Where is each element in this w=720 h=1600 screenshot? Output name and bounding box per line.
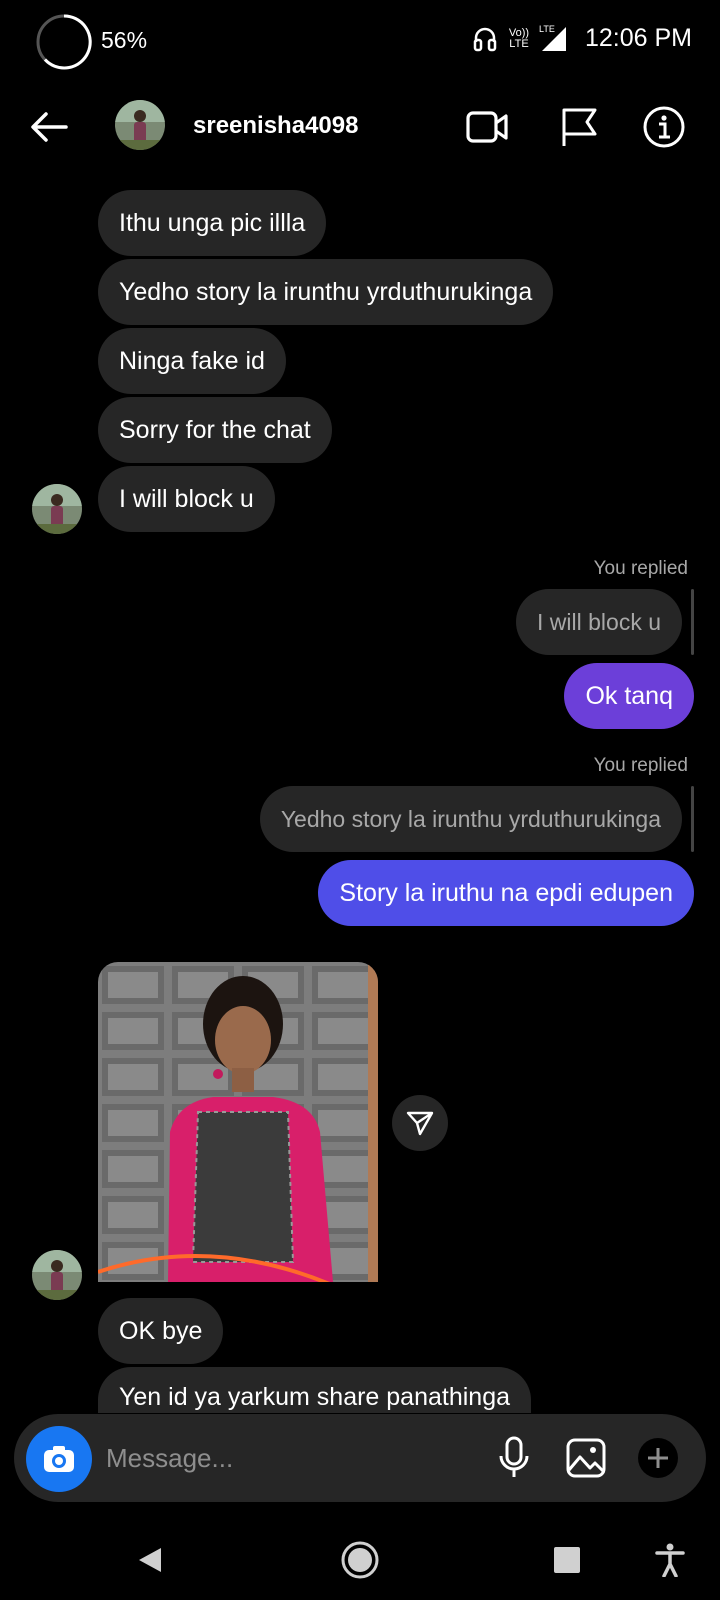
reply-indicator — [691, 589, 694, 655]
info-icon[interactable] — [641, 104, 687, 150]
reply-indicator — [691, 786, 694, 852]
accessibility-icon — [655, 1543, 685, 1577]
sender-avatar[interactable] — [32, 484, 82, 534]
you-replied-label: You replied — [593, 558, 688, 579]
chat-username[interactable]: sreenisha4098 — [193, 112, 358, 140]
microphone-icon — [499, 1436, 529, 1477]
image-icon — [566, 1438, 606, 1478]
message-bubble[interactable]: Sorry for the chat — [98, 397, 332, 463]
flag-icon[interactable] — [557, 104, 603, 150]
more-options-button[interactable] — [634, 1434, 682, 1482]
message-bubble[interactable]: Yedho story la irunthu yrduthurukinga — [98, 259, 554, 325]
square-recents-icon — [554, 1547, 580, 1573]
volte-indicator: Vo)) LTE — [508, 26, 530, 50]
message-bubble[interactable]: Ninga fake id — [98, 328, 286, 394]
nav-recents-button[interactable] — [545, 1538, 589, 1582]
quoted-message[interactable]: I will block u — [516, 589, 682, 655]
accessibility-button[interactable] — [648, 1538, 692, 1582]
share-button[interactable] — [392, 1095, 448, 1151]
camera-button[interactable] — [26, 1426, 92, 1492]
nav-home-button[interactable] — [338, 1538, 382, 1582]
message-composer — [14, 1414, 706, 1502]
message-bubble[interactable]: Ithu unga pic illla — [98, 190, 327, 256]
sent-message-bubble[interactable]: Ok tanq — [564, 663, 694, 729]
battery-percent: 56% — [101, 27, 148, 53]
avatar[interactable] — [115, 100, 165, 150]
camera-icon — [44, 1446, 74, 1472]
clock: 12:06 PM — [584, 24, 692, 52]
nav-back-button[interactable] — [128, 1538, 172, 1582]
system-nav-bar — [0, 1520, 720, 1600]
sent-message-bubble[interactable]: Story la iruthu na epdi edupen — [318, 860, 694, 926]
quoted-message[interactable]: Yedho story la irunthu yrduthurukinga — [259, 786, 682, 852]
message-bubble[interactable]: I will block u — [98, 466, 275, 532]
shared-photo[interactable] — [98, 962, 378, 1282]
gallery-button[interactable] — [562, 1434, 610, 1482]
sender-avatar[interactable] — [32, 1250, 82, 1300]
back-arrow-icon[interactable] — [26, 104, 72, 150]
home-circle-icon — [341, 1541, 379, 1579]
headphones-icon — [473, 27, 497, 51]
triangle-back-icon — [139, 1548, 161, 1572]
signal-icon: LTE — [539, 24, 567, 52]
you-replied-label: You replied — [593, 755, 688, 776]
message-bubble[interactable]: OK bye — [98, 1298, 224, 1364]
video-call-icon[interactable] — [464, 104, 510, 150]
message-bubble[interactable]: Yen id ya yarkum share panathinga — [98, 1367, 532, 1413]
status-bar: 56% Vo)) LTE LTE 12:06 PM — [0, 0, 720, 80]
message-input[interactable] — [106, 1436, 466, 1480]
chat-header: sreenisha4098 — [0, 92, 720, 160]
battery-ring-icon — [36, 14, 92, 70]
send-icon — [406, 1111, 434, 1136]
plus-circle-icon — [638, 1438, 678, 1478]
microphone-button[interactable] — [490, 1434, 538, 1482]
